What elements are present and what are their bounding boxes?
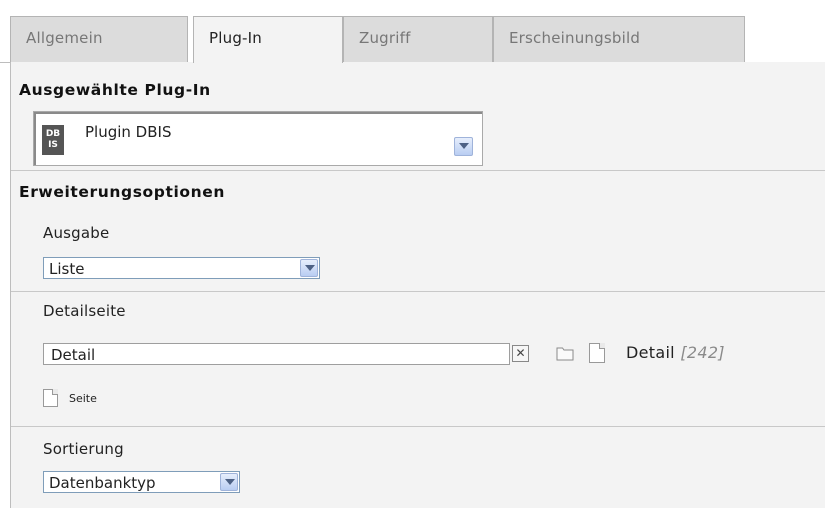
plugin-dbis-icon: DB IS <box>42 125 64 155</box>
tab-bar: Allgemein Plug-In Zugriff Erscheinungsbi… <box>0 0 825 63</box>
clear-icon[interactable]: ✕ <box>512 345 529 362</box>
folder-icon[interactable] <box>556 346 574 361</box>
tab-erscheinungsbild[interactable]: Erscheinungsbild <box>493 16 745 62</box>
dropdown-arrow-icon[interactable] <box>220 473 238 491</box>
tab-label: Erscheinungsbild <box>509 29 641 47</box>
dropdown-arrow-icon[interactable] <box>454 137 473 156</box>
plugin-section-title: Ausgewählte Plug-In <box>19 81 211 99</box>
divider <box>11 170 825 171</box>
tab-zugriff[interactable]: Zugriff <box>343 16 493 62</box>
detail-reference[interactable]: Detail [242] <box>626 343 725 362</box>
divider <box>11 426 825 427</box>
sortierung-select[interactable]: Datenbanktyp <box>43 471 240 493</box>
detailseite-input[interactable]: Detail <box>43 343 510 365</box>
tab-label: Zugriff <box>359 29 411 47</box>
plugin-select-value: Plugin DBIS <box>85 123 172 141</box>
sortierung-label: Sortierung <box>43 440 124 458</box>
detail-reference-title: Detail <box>626 343 675 362</box>
tab-plug-in[interactable]: Plug-In <box>193 16 343 63</box>
tab-allgemein[interactable]: Allgemein <box>10 16 188 62</box>
seite-link[interactable]: Seite <box>69 392 97 405</box>
divider <box>11 291 825 292</box>
detail-reference-uid: [242] <box>680 343 725 362</box>
ausgabe-label: Ausgabe <box>43 224 110 242</box>
plugin-select[interactable]: DB IS Plugin DBIS <box>33 111 483 166</box>
ausgabe-select[interactable]: Liste <box>43 257 320 279</box>
ausgabe-value: Liste <box>49 260 85 278</box>
tab-label: Allgemein <box>26 29 103 47</box>
page-icon[interactable] <box>43 389 58 407</box>
plugin-panel: Ausgewählte Plug-In DB IS Plugin DBIS Er… <box>10 62 825 508</box>
tab-label: Plug-In <box>209 29 262 47</box>
sortierung-value: Datenbanktyp <box>49 474 156 492</box>
dropdown-arrow-icon[interactable] <box>300 259 318 277</box>
detailseite-label: Detailseite <box>43 302 126 320</box>
extension-section-title: Erweiterungsoptionen <box>19 183 226 201</box>
detailseite-input-value: Detail <box>51 346 96 364</box>
page-icon[interactable] <box>589 343 605 363</box>
